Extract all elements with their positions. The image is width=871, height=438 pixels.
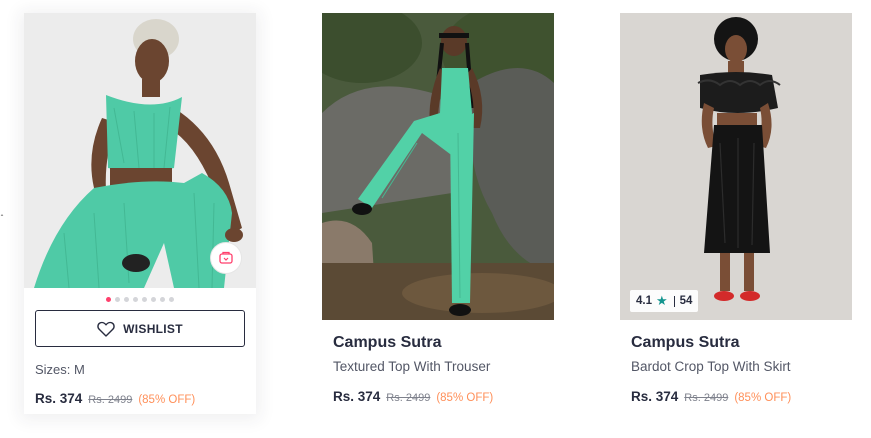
product-photo-2 — [322, 13, 554, 320]
selling-price: Rs. 374 — [333, 389, 381, 404]
carousel-dot[interactable] — [160, 297, 165, 302]
selling-price: Rs. 374 — [631, 389, 679, 404]
star-icon: ★ — [656, 293, 668, 308]
product-title: Bardot Crop Top With Skirt — [631, 359, 791, 374]
view-similar-button[interactable] — [210, 242, 242, 274]
rating-value: 4.1 — [636, 295, 652, 307]
heart-icon — [97, 321, 115, 337]
rating-badge: 4.1 ★ 54 — [630, 290, 699, 312]
carousel-dot[interactable] — [142, 297, 147, 302]
product-photo-3 — [620, 13, 852, 320]
edge-mark: ˆ — [0, 214, 4, 223]
original-price: Rs. 2499 — [684, 392, 729, 404]
carousel-dot[interactable] — [133, 297, 138, 302]
carousel-dot[interactable] — [169, 297, 174, 302]
product-image-1[interactable] — [24, 13, 256, 288]
discount-percent: (85% OFF) — [138, 394, 196, 406]
carousel-dot[interactable] — [151, 297, 156, 302]
image-carousel-dots — [24, 297, 256, 303]
product-image-2[interactable] — [322, 13, 554, 320]
discount-percent: (85% OFF) — [734, 392, 792, 404]
original-price: Rs. 2499 — [386, 392, 431, 404]
price-row: Rs. 374 Rs. 2499 (85% OFF) — [333, 389, 543, 404]
wishlist-button[interactable]: WISHLIST — [35, 310, 245, 347]
similar-products-icon — [219, 251, 233, 264]
available-sizes: Sizes: M — [35, 362, 85, 377]
product-title: Textured Top With Trouser — [333, 359, 491, 374]
brand-name: Campus Sutra — [333, 334, 442, 351]
carousel-dot[interactable] — [115, 297, 120, 302]
wishlist-label: WISHLIST — [123, 321, 183, 336]
original-price: Rs. 2499 — [88, 394, 133, 406]
selling-price: Rs. 374 — [35, 391, 83, 406]
rating-divider — [673, 295, 675, 307]
price-row: Rs. 374 Rs. 2499 (85% OFF) — [35, 391, 256, 406]
carousel-dot[interactable] — [124, 297, 129, 302]
product-card-1[interactable]: WISHLIST Sizes: M Rs. 374 Rs. 2499 (85% … — [24, 13, 256, 414]
product-card-2[interactable]: Campus Sutra Textured Top With Trouser R… — [322, 13, 554, 404]
brand-name: Campus Sutra — [631, 334, 740, 351]
product-image-3[interactable]: 4.1 ★ 54 — [620, 13, 852, 320]
price-row: Rs. 374 Rs. 2499 (85% OFF) — [631, 389, 841, 404]
product-card-3[interactable]: 4.1 ★ 54 Campus Sutra Bardot Crop Top Wi… — [620, 13, 852, 404]
rating-count: 54 — [679, 295, 693, 307]
discount-percent: (85% OFF) — [436, 392, 494, 404]
carousel-dot[interactable] — [106, 297, 111, 302]
